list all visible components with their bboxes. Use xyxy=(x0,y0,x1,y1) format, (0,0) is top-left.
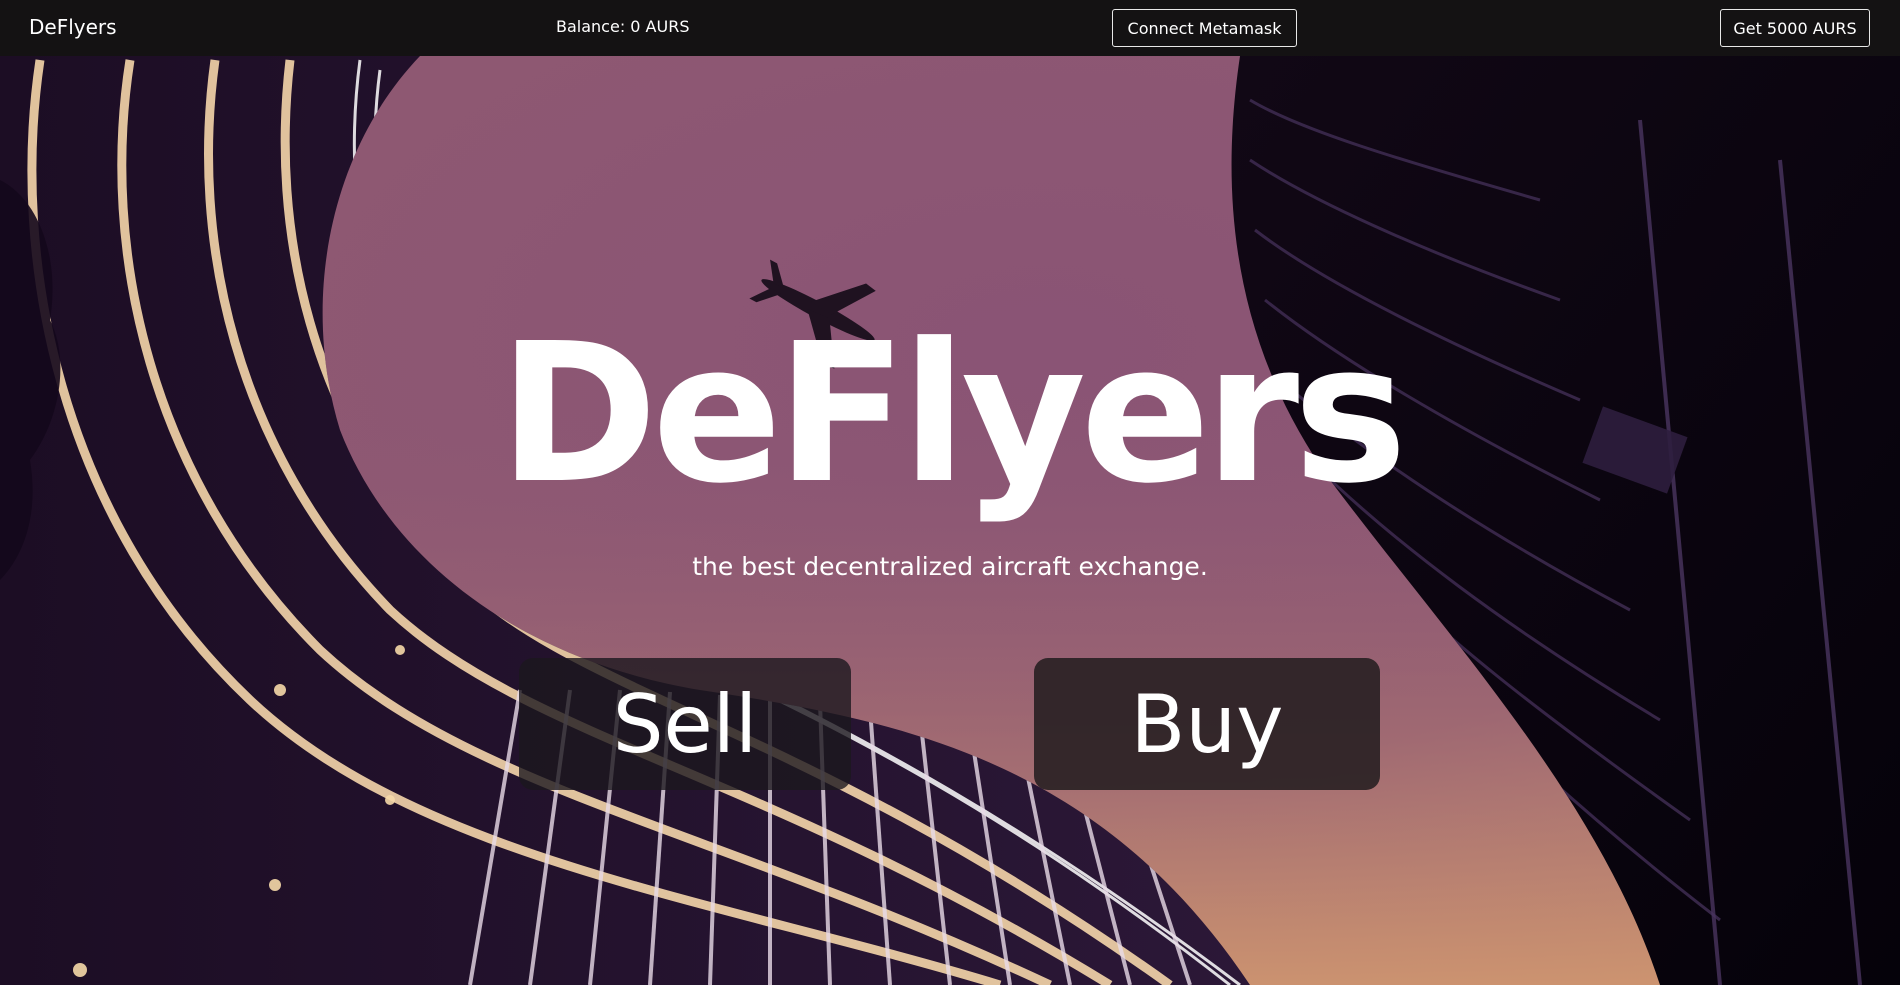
balance-display: Balance: 0 AURS xyxy=(556,17,690,36)
brand-logo[interactable]: DeFlyers xyxy=(29,14,117,40)
buy-button[interactable]: Buy xyxy=(1034,658,1380,790)
hero-subtitle: the best decentralized aircraft exchange… xyxy=(692,552,1208,581)
page: DeFlyers Balance: 0 AURS Connect Metamas… xyxy=(0,0,1900,985)
connect-metamask-button[interactable]: Connect Metamask xyxy=(1112,9,1297,47)
sell-button[interactable]: Sell xyxy=(519,658,851,790)
hero-title: DeFlyers xyxy=(498,303,1408,526)
get-tokens-button[interactable]: Get 5000 AURS xyxy=(1720,9,1870,47)
top-navbar: DeFlyers Balance: 0 AURS Connect Metamas… xyxy=(0,0,1900,56)
